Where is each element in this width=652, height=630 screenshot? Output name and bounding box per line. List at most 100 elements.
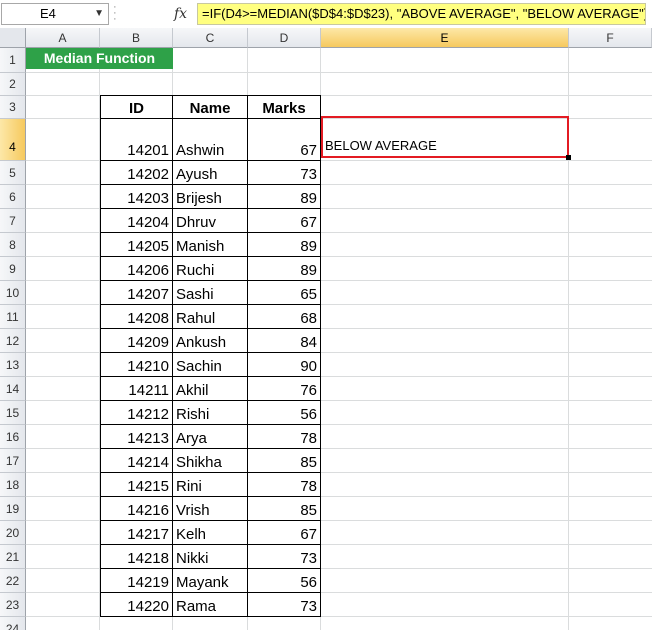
name-box[interactable]: E4 ▼	[1, 3, 109, 25]
column-header-a[interactable]: A	[26, 28, 100, 48]
cell-id[interactable]: 14209	[100, 328, 173, 353]
row-header-11[interactable]: 11	[0, 305, 26, 329]
cell-marks[interactable]: 76	[248, 376, 321, 401]
row-header-22[interactable]: 22	[0, 569, 26, 593]
cell-marks[interactable]: 68	[248, 304, 321, 329]
cell-id[interactable]: 14216	[100, 496, 173, 521]
row-header-8[interactable]: 8	[0, 233, 26, 257]
cell-marks[interactable]: 78	[248, 424, 321, 449]
row-header-10[interactable]: 10	[0, 281, 26, 305]
resize-grip-icon[interactable]: · · ·	[113, 2, 117, 25]
function-icon[interactable]: fx	[174, 3, 196, 25]
header-marks[interactable]: Marks	[248, 95, 321, 119]
cell-name[interactable]: Shikha	[173, 448, 248, 473]
cell-id[interactable]: 14207	[100, 280, 173, 305]
cell-marks[interactable]: 67	[248, 208, 321, 233]
cell-name[interactable]: Mayank	[173, 568, 248, 593]
cell-marks[interactable]: 65	[248, 280, 321, 305]
cell-marks[interactable]: 89	[248, 232, 321, 257]
row-header-21[interactable]: 21	[0, 545, 26, 569]
cell-name[interactable]: Rini	[173, 472, 248, 497]
row-header-14[interactable]: 14	[0, 377, 26, 401]
row-header-13[interactable]: 13	[0, 353, 26, 377]
cell-id[interactable]: 14210	[100, 352, 173, 377]
formula-input[interactable]: =IF(D4>=MEDIAN($D$4:$D$23), "ABOVE AVERA…	[197, 3, 646, 25]
row-header-23[interactable]: 23	[0, 593, 26, 617]
cell-name[interactable]: Rama	[173, 592, 248, 617]
cell-name[interactable]: Akhil	[173, 376, 248, 401]
cell-marks[interactable]: 85	[248, 448, 321, 473]
cell-id[interactable]: 14214	[100, 448, 173, 473]
cell-marks[interactable]: 90	[248, 352, 321, 377]
fill-handle[interactable]	[566, 155, 571, 160]
column-header-c[interactable]: C	[173, 28, 248, 48]
cell-marks[interactable]: 85	[248, 496, 321, 521]
row-header-19[interactable]: 19	[0, 497, 26, 521]
cell-marks[interactable]: 89	[248, 184, 321, 209]
cell-id[interactable]: 14204	[100, 208, 173, 233]
row-header-12[interactable]: 12	[0, 329, 26, 353]
cell-id[interactable]: 14217	[100, 520, 173, 545]
row-header-17[interactable]: 17	[0, 449, 26, 473]
row-header-9[interactable]: 9	[0, 257, 26, 281]
row-header-5[interactable]: 5	[0, 161, 26, 185]
cell-name[interactable]: Kelh	[173, 520, 248, 545]
cell-id[interactable]: 14220	[100, 592, 173, 617]
cell-name[interactable]: Sachin	[173, 352, 248, 377]
row-header-7[interactable]: 7	[0, 209, 26, 233]
cell-marks[interactable]: 78	[248, 472, 321, 497]
worksheet-grid[interactable]: Median Function ID Name Marks 14201 Ashwin 67…	[0, 28, 652, 630]
header-id[interactable]: ID	[100, 95, 173, 119]
row-header-1[interactable]: 1	[0, 48, 26, 73]
cell-name[interactable]: Ashwin	[173, 118, 248, 161]
row-header-2[interactable]: 2	[0, 73, 26, 96]
cell-name[interactable]: Ruchi	[173, 256, 248, 281]
cell-id[interactable]: 14205	[100, 232, 173, 257]
cell-id[interactable]: 14213	[100, 424, 173, 449]
row-header-16[interactable]: 16	[0, 425, 26, 449]
cell-name[interactable]: Manish	[173, 232, 248, 257]
column-header-b[interactable]: B	[100, 28, 173, 48]
select-all-corner[interactable]	[0, 28, 26, 48]
chevron-down-icon[interactable]: ▼	[94, 4, 104, 24]
cell-marks[interactable]: 89	[248, 256, 321, 281]
row-header-18[interactable]: 18	[0, 473, 26, 497]
cell-name[interactable]: Brijesh	[173, 184, 248, 209]
row-header-24[interactable]: 24	[0, 617, 26, 630]
cell-id[interactable]: 14211	[100, 376, 173, 401]
cell-id[interactable]: 14218	[100, 544, 173, 569]
cell-name[interactable]: Dhruv	[173, 208, 248, 233]
cell-name[interactable]: Nikki	[173, 544, 248, 569]
cell-id[interactable]: 14208	[100, 304, 173, 329]
cell-name[interactable]: Arya	[173, 424, 248, 449]
cell-marks[interactable]: 73	[248, 592, 321, 617]
row-header-4[interactable]: 4	[0, 119, 26, 161]
cell-id[interactable]: 14219	[100, 568, 173, 593]
column-header-f[interactable]: F	[569, 28, 652, 48]
cell-marks[interactable]: 56	[248, 400, 321, 425]
row-header-15[interactable]: 15	[0, 401, 26, 425]
row-header-3[interactable]: 3	[0, 96, 26, 119]
cell-marks[interactable]: 67	[248, 520, 321, 545]
cell-name[interactable]: Ankush	[173, 328, 248, 353]
cell-id[interactable]: 14203	[100, 184, 173, 209]
cell-id[interactable]: 14206	[100, 256, 173, 281]
cell-name[interactable]: Vrish	[173, 496, 248, 521]
cell-name[interactable]: Sashi	[173, 280, 248, 305]
cell-marks[interactable]: 73	[248, 160, 321, 185]
cell-name[interactable]: Rishi	[173, 400, 248, 425]
cell-marks[interactable]: 73	[248, 544, 321, 569]
row-header-20[interactable]: 20	[0, 521, 26, 545]
cell-name[interactable]: Ayush	[173, 160, 248, 185]
column-header-d[interactable]: D	[248, 28, 321, 48]
header-name[interactable]: Name	[173, 95, 248, 119]
row-header-6[interactable]: 6	[0, 185, 26, 209]
cell-id[interactable]: 14212	[100, 400, 173, 425]
cell-id[interactable]: 14201	[100, 118, 173, 161]
cell-marks[interactable]: 56	[248, 568, 321, 593]
cell-id[interactable]: 14202	[100, 160, 173, 185]
cell-marks[interactable]: 67	[248, 118, 321, 161]
cell-name[interactable]: Rahul	[173, 304, 248, 329]
cell-marks[interactable]: 84	[248, 328, 321, 353]
column-header-e[interactable]: E	[321, 28, 569, 48]
